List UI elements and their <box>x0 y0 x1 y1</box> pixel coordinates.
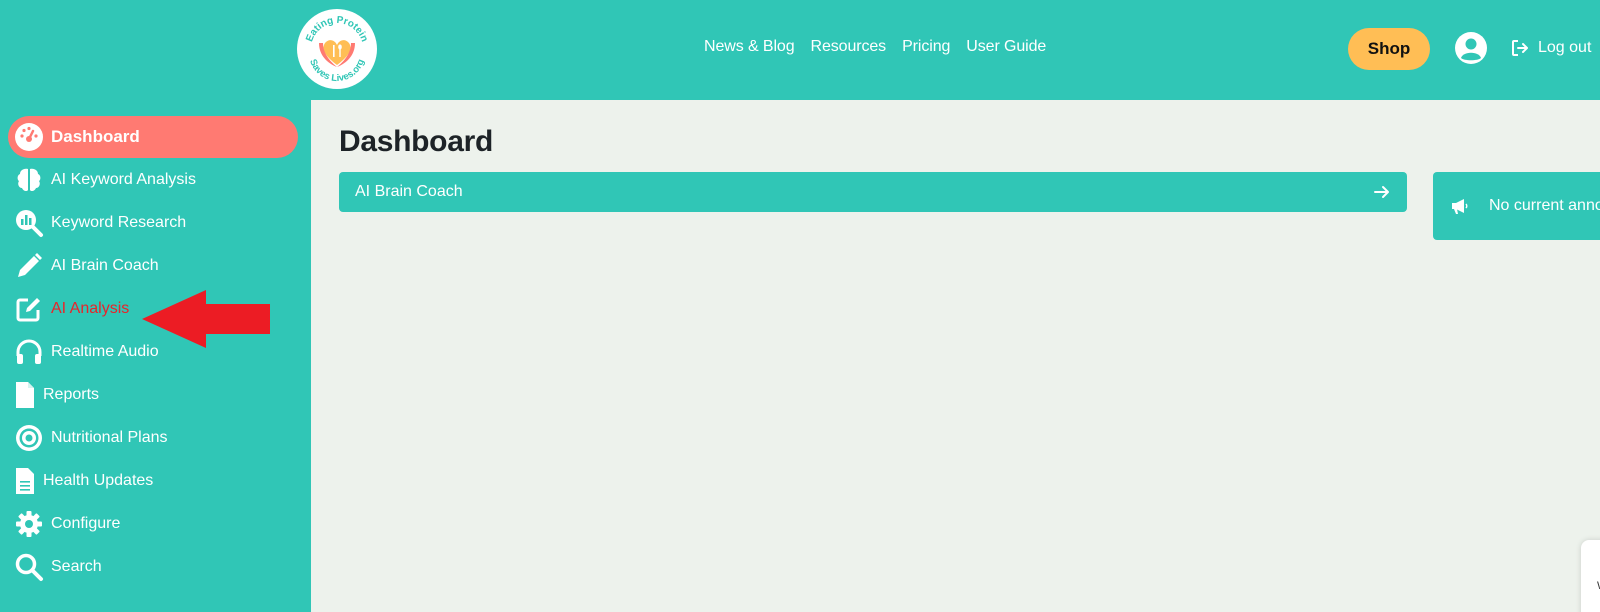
main-content: Dashboard AI Brain Coach No current anno… <box>311 100 1600 612</box>
sidebar-item-label: AI Analysis <box>51 300 130 317</box>
megaphone-icon <box>1452 199 1468 214</box>
sidebar: Dashboard AI Keyword Analysis Keyword Re… <box>0 100 311 612</box>
corner-chat-widget[interactable]: W <box>1581 540 1600 612</box>
announcements-panel: No current announcements <box>1433 172 1600 240</box>
sidebar-item-keyword-research[interactable]: Keyword Research <box>8 202 298 244</box>
edit-icon <box>14 294 44 324</box>
sidebar-item-label: AI Brain Coach <box>51 257 159 274</box>
sidebar-item-label: Health Updates <box>43 472 154 489</box>
user-circle-icon[interactable] <box>1454 31 1488 65</box>
sidebar-item-label: Keyword Research <box>51 214 187 231</box>
sidebar-item-health-updates[interactable]: Health Updates <box>8 460 298 502</box>
sidebar-item-nutritional-plans[interactable]: Nutritional Plans <box>8 417 298 459</box>
gauge-icon <box>14 122 44 152</box>
sidebar-item-label: Configure <box>51 515 121 532</box>
nav-resources[interactable]: Resources <box>811 38 887 56</box>
file-icon <box>14 380 36 410</box>
ai-brain-coach-bar[interactable]: AI Brain Coach <box>339 172 1407 212</box>
sidebar-item-label: AI Keyword Analysis <box>51 171 196 188</box>
sidebar-item-ai-keyword-analysis[interactable]: AI Keyword Analysis <box>8 159 298 201</box>
page-title: Dashboard <box>339 125 493 158</box>
svg-text:Eating Protein: Eating Protein <box>304 15 370 44</box>
logout-icon <box>1512 40 1528 56</box>
file-lines-icon <box>14 466 36 496</box>
nav-user-guide[interactable]: User Guide <box>966 38 1046 56</box>
logout-label: Log out <box>1538 39 1592 56</box>
sidebar-item-ai-brain-coach[interactable]: AI Brain Coach <box>8 245 298 287</box>
shop-button[interactable]: Shop <box>1348 28 1430 70</box>
nav-pricing[interactable]: Pricing <box>902 38 950 56</box>
brain-icon <box>14 165 44 195</box>
sidebar-item-label: Reports <box>43 386 100 403</box>
coach-bar-label: AI Brain Coach <box>355 183 463 200</box>
main-nav: News & Blog Resources Pricing User Guide <box>704 38 1062 56</box>
search-icon <box>14 552 44 582</box>
hands-heart-fork-spoon-icon: Eating Protein Saves Lives.org <box>304 15 370 84</box>
red-annotation-arrow <box>142 290 270 348</box>
sidebar-item-label: Nutritional Plans <box>51 429 168 446</box>
sidebar-item-reports[interactable]: Reports <box>8 374 298 416</box>
sidebar-item-label: Dashboard <box>51 127 140 146</box>
announcement-text: No current announcements <box>1489 197 1600 214</box>
chart-magnifier-icon <box>14 208 44 238</box>
sidebar-item-configure[interactable]: Configure <box>8 503 298 545</box>
logout-link[interactable]: Log out <box>1510 38 1591 58</box>
site-logo[interactable]: Eating Protein Saves Lives.org <box>297 9 377 89</box>
sidebar-item-label: Search <box>51 558 102 575</box>
top-header: Eating Protein Saves Lives.org News & Bl… <box>0 0 1600 100</box>
sidebar-item-dashboard[interactable]: Dashboard <box>8 116 298 158</box>
sidebar-item-search[interactable]: Search <box>8 546 298 588</box>
gear-icon <box>14 509 44 539</box>
nav-news-blog[interactable]: News & Blog <box>704 38 795 56</box>
arrow-right-icon <box>1374 186 1389 198</box>
target-icon <box>14 423 44 453</box>
headphones-icon <box>14 337 44 367</box>
pencil-icon <box>14 251 44 281</box>
